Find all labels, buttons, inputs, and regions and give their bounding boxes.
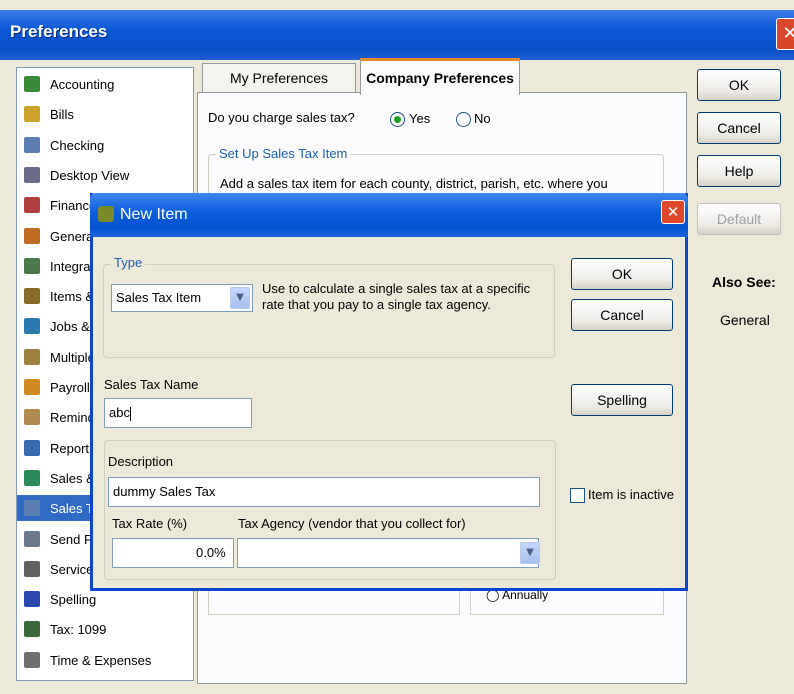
tax-rate-label: Tax Rate (%) bbox=[112, 516, 188, 531]
preferences-help-button[interactable]: Help bbox=[697, 155, 781, 187]
category-label: Bills bbox=[50, 107, 74, 123]
new-item-title: New Item bbox=[120, 206, 188, 223]
sales-tax-name-value: abc bbox=[109, 405, 130, 420]
payroll-icon bbox=[24, 379, 40, 395]
description-value: dummy Sales Tax bbox=[113, 484, 216, 499]
sales-customers-icon bbox=[24, 469, 40, 486]
preferences-ok-button[interactable]: OK bbox=[697, 69, 781, 101]
tax-1099-icon bbox=[24, 621, 40, 638]
tax-agency-label: Tax Agency (vendor that you collect for) bbox=[238, 516, 466, 531]
category-item[interactable]: Checking bbox=[17, 132, 193, 158]
item-inactive-checkbox[interactable] bbox=[570, 488, 585, 503]
new-item-ok-button[interactable]: OK bbox=[571, 258, 673, 290]
category-label: Integra bbox=[50, 258, 91, 274]
tax-agency-select[interactable] bbox=[237, 538, 539, 568]
chevron-down-icon[interactable]: ▼ bbox=[230, 287, 250, 309]
bills-icon bbox=[24, 106, 40, 123]
category-label: Checking bbox=[50, 137, 105, 153]
category-label: Items & bbox=[50, 289, 95, 305]
category-item[interactable]: Desktop View bbox=[17, 162, 193, 188]
general-icon bbox=[24, 227, 40, 244]
sales-tax-question: Do you charge sales tax? bbox=[208, 110, 355, 125]
no-radio[interactable] bbox=[456, 112, 471, 127]
items-inventory-icon bbox=[24, 288, 40, 305]
category-label: Remind bbox=[50, 410, 95, 426]
category-label: Tax: 1099 bbox=[50, 622, 107, 638]
category-item[interactable]: Tax: 1099 bbox=[17, 616, 193, 642]
category-label: Accounting bbox=[50, 77, 115, 92]
sales-tax-name-value-wrap: abc bbox=[109, 405, 131, 421]
sales-tax-name-label: Sales Tax Name bbox=[104, 377, 199, 392]
chevron-down-icon[interactable]: ▼ bbox=[520, 542, 540, 564]
spelling-button[interactable]: Spelling bbox=[571, 384, 673, 416]
tab-my-preferences[interactable]: My Preferences bbox=[202, 63, 356, 92]
category-label: Report bbox=[50, 440, 90, 456]
accounting-icon bbox=[24, 76, 40, 92]
time-expenses-icon bbox=[24, 651, 40, 668]
also-see-label: Also See: bbox=[712, 274, 776, 290]
category-label: Desktop View bbox=[50, 167, 130, 183]
category-label: Spelling bbox=[50, 592, 97, 608]
general-link[interactable]: General bbox=[720, 312, 770, 328]
type-description: Use to calculate a single sales tax at a… bbox=[262, 281, 531, 312]
finance-charge-icon bbox=[24, 197, 40, 214]
preferences-default-button[interactable]: Default bbox=[697, 203, 781, 235]
new-item-cancel-button[interactable]: Cancel bbox=[571, 299, 673, 331]
category-label: Sales & bbox=[50, 470, 95, 486]
desktop-view-icon bbox=[24, 166, 40, 183]
category-label: Payroll bbox=[50, 380, 90, 395]
category-item[interactable]: Time & Expenses bbox=[17, 647, 193, 673]
item-icon bbox=[98, 206, 114, 222]
spelling-icon bbox=[24, 591, 40, 608]
service-connection-icon bbox=[24, 560, 40, 577]
reports-icon bbox=[24, 439, 40, 456]
category-label: Sales T bbox=[50, 501, 94, 517]
category-item[interactable]: Bills bbox=[17, 101, 193, 127]
type-value: Sales Tax Item bbox=[116, 290, 202, 305]
preferences-cancel-button[interactable]: Cancel bbox=[697, 112, 781, 144]
multiple-currencies-icon bbox=[24, 348, 40, 365]
setup-sales-tax-title: Set Up Sales Tax Item bbox=[216, 146, 351, 161]
type-label: Type bbox=[111, 255, 146, 270]
dialog-close-icon[interactable]: ✕ bbox=[661, 200, 685, 224]
category-label: Service bbox=[50, 561, 94, 577]
category-label: Jobs & bbox=[50, 319, 90, 335]
setup-sales-tax-text: Add a sales tax item for each county, di… bbox=[220, 176, 608, 191]
no-label[interactable]: No bbox=[474, 111, 491, 126]
checking-icon bbox=[24, 136, 40, 153]
close-icon[interactable]: ✕ bbox=[776, 18, 794, 50]
category-label: Multiple bbox=[50, 349, 95, 365]
integrated-apps-icon bbox=[24, 257, 40, 274]
yes-label[interactable]: Yes bbox=[409, 111, 430, 126]
send-forms-icon bbox=[24, 530, 40, 547]
description-label: Description bbox=[108, 454, 174, 469]
category-label: Genera bbox=[50, 228, 94, 244]
preferences-title-bar[interactable] bbox=[0, 10, 794, 60]
category-item[interactable]: Accounting bbox=[17, 71, 193, 97]
text-cursor bbox=[129, 406, 131, 421]
yes-radio[interactable] bbox=[390, 112, 405, 127]
category-label: Time & Expenses bbox=[50, 652, 152, 668]
tax-rate-value: 0.0% bbox=[196, 545, 226, 560]
jobs-estimates-icon bbox=[24, 318, 40, 335]
preferences-title: Preferences bbox=[10, 22, 108, 41]
category-label: Send F bbox=[50, 531, 92, 547]
sales-tax-icon bbox=[24, 500, 40, 517]
tab-company-preferences[interactable]: Company Preferences bbox=[360, 58, 520, 95]
item-inactive-label[interactable]: Item is inactive bbox=[588, 487, 674, 502]
reminders-icon bbox=[24, 409, 40, 426]
